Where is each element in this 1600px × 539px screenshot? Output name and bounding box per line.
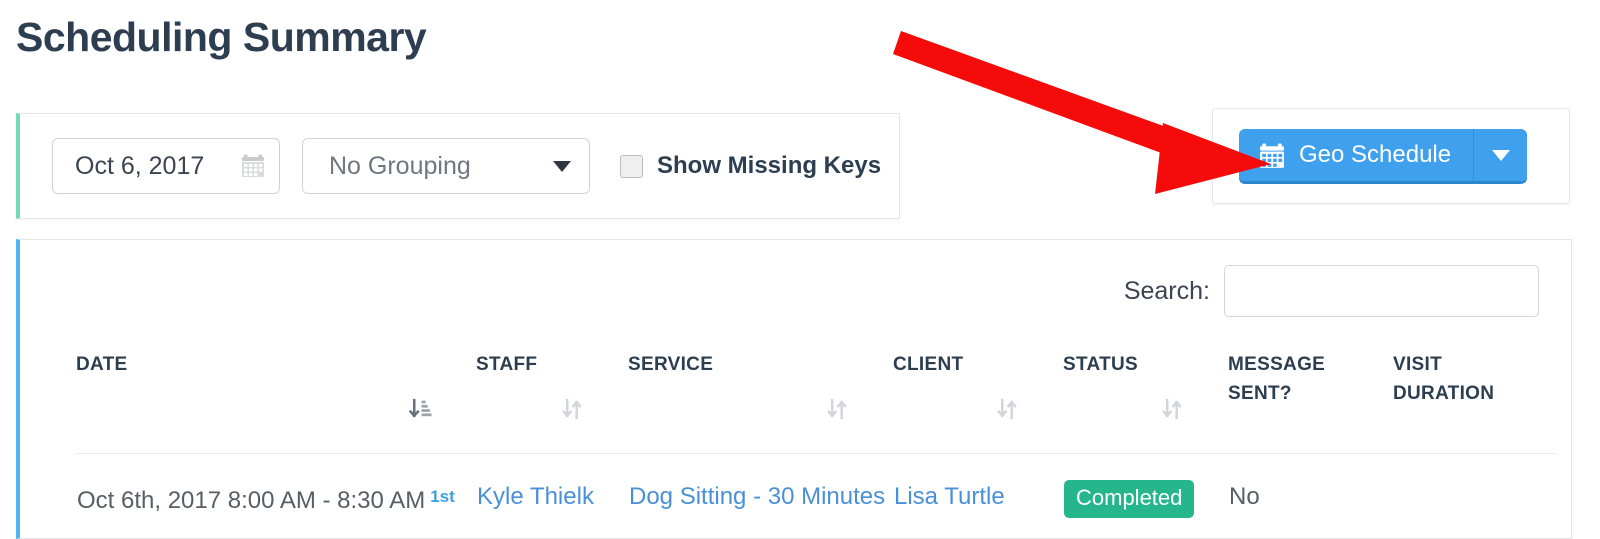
message-sent-value: No [1229,483,1260,510]
grouping-select-value: No Grouping [329,151,471,180]
table-header-row: DATE STAFF SERVICE CLIENT STATUS MESSAGE… [76,350,1556,454]
sort-icon[interactable] [996,398,1019,427]
geo-schedule-button[interactable]: Geo Schedule [1239,129,1474,181]
status-badge: Completed [1064,480,1195,518]
column-header-label: SERVICE [628,354,714,375]
action-panel: Geo Schedule [1212,108,1570,204]
column-header-label: MESSAGE [1228,354,1326,375]
column-header-date[interactable]: DATE [76,350,476,454]
sort-icon[interactable] [826,398,849,427]
visit-order-badge: 1st [430,487,455,506]
sort-amount-desc-icon[interactable] [408,398,432,427]
filter-panel: Oct 6, 2017 No Grouping Show Missing Key… [16,113,900,219]
column-header-label: STAFF [476,354,538,375]
schedule-table-panel: Search: DATE STAFF SERVICE CLIENT STATUS… [16,239,1572,539]
cell-date: Oct 6th, 2017 8:00 AM - 8:30 AM 1st [76,454,476,520]
column-header-label-line2: DURATION [1393,383,1495,404]
date-picker-input[interactable]: Oct 6, 2017 [52,138,280,194]
show-missing-keys-label: Show Missing Keys [657,152,882,179]
cell-status: Completed [1063,454,1228,520]
table-row[interactable]: Oct 6th, 2017 8:00 AM - 8:30 AM 1st Kyle … [76,454,1556,520]
search-label: Search: [1123,276,1210,305]
calendar-icon [1259,143,1284,168]
column-header-client[interactable]: CLIENT [893,350,1063,454]
geo-schedule-button-label: Geo Schedule [1299,141,1452,168]
cell-date-text: Oct 6th, 2017 8:00 AM - 8:30 AM [77,487,426,514]
show-missing-keys-control[interactable]: Show Missing Keys [620,152,881,180]
service-link[interactable]: Dog Sitting - 30 Minutes [629,483,885,510]
calendar-icon [241,154,265,178]
page-title: Scheduling Summary [16,14,427,60]
cell-client: Lisa Turtle [893,454,1063,520]
column-header-visit-duration[interactable]: VISIT DURATION [1393,350,1556,454]
sort-icon[interactable] [1161,398,1184,427]
grouping-select[interactable]: No Grouping [302,138,590,194]
column-header-label: STATUS [1063,354,1138,375]
column-header-message-sent[interactable]: MESSAGE SENT? [1228,350,1393,454]
schedule-table: DATE STAFF SERVICE CLIENT STATUS MESSAGE… [76,350,1556,519]
column-header-label-line2: SENT? [1228,383,1292,404]
search-input[interactable] [1224,265,1539,317]
date-picker-value: Oct 6, 2017 [75,151,205,180]
column-header-label: VISIT [1393,354,1443,375]
staff-link[interactable]: Kyle Thielk [477,483,594,510]
cell-service: Dog Sitting - 30 Minutes [628,454,893,520]
cell-visit-duration [1393,454,1556,520]
show-missing-keys-checkbox[interactable] [620,154,643,178]
table-search: Search: [1124,265,1539,317]
geo-schedule-button-group: Geo Schedule [1239,129,1528,181]
cell-staff: Kyle Thielk [476,454,628,520]
column-header-label: DATE [76,354,128,375]
column-header-label: CLIENT [893,354,964,375]
chevron-down-icon [1491,149,1510,161]
client-link[interactable]: Lisa Turtle [894,483,1005,510]
column-header-service[interactable]: SERVICE [628,350,893,454]
sort-icon[interactable] [561,398,584,427]
column-header-status[interactable]: STATUS [1063,350,1228,454]
cell-message-sent: No [1228,454,1393,520]
geo-schedule-dropdown-toggle[interactable] [1473,129,1528,181]
chevron-down-icon [553,160,571,172]
column-header-staff[interactable]: STAFF [476,350,628,454]
